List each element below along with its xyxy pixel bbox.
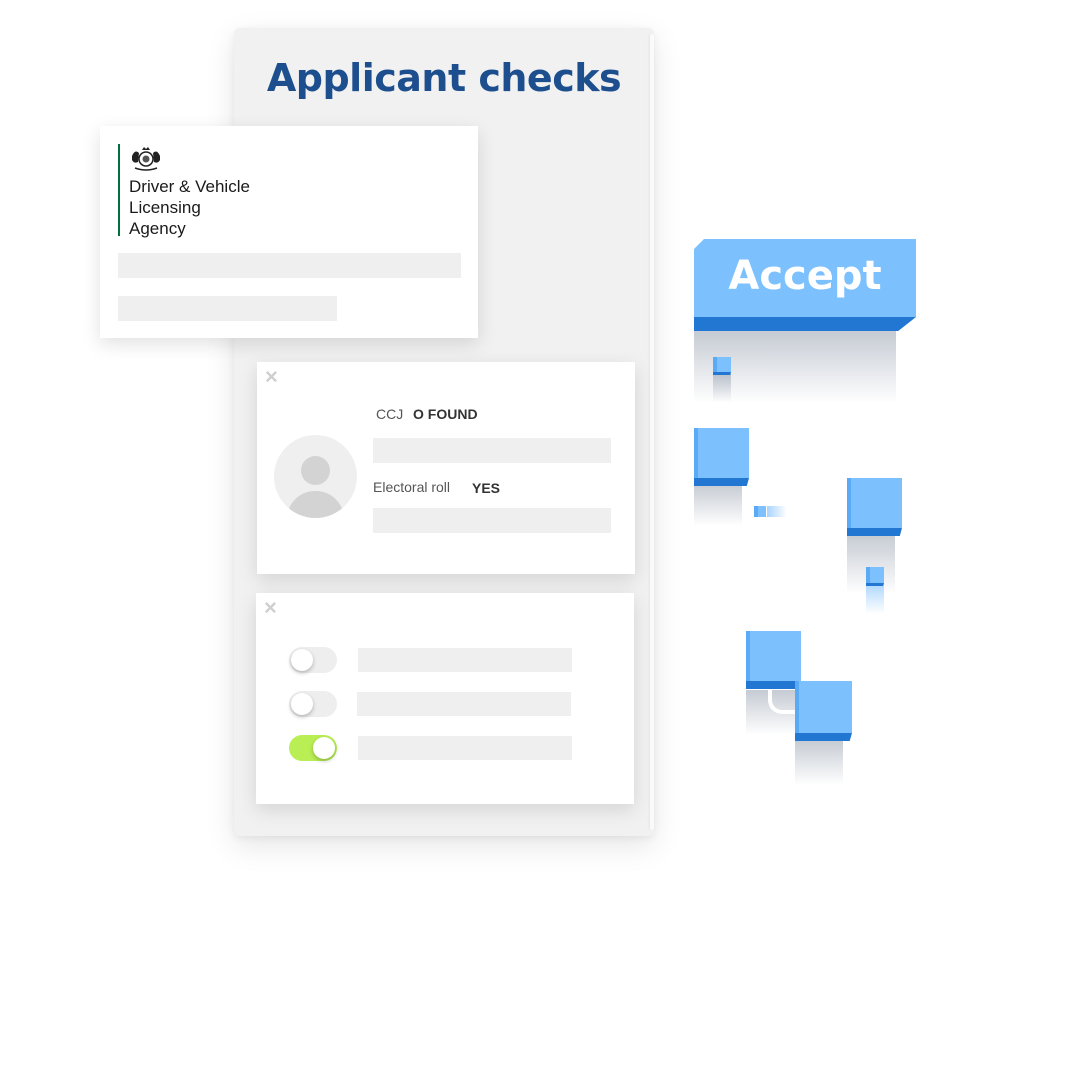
credit-check-card: × CCJ O FOUND Electoral roll YES (257, 362, 635, 574)
decorative-cube-icon (713, 357, 731, 375)
placeholder-bar (357, 692, 571, 716)
close-icon[interactable]: × (264, 597, 282, 619)
toggle-knob (291, 649, 313, 671)
cube-shadow (795, 740, 843, 785)
toggle-switch-3[interactable] (289, 735, 337, 761)
placeholder-bar (358, 648, 572, 672)
placeholder-bar (118, 253, 461, 278)
cube-trail (866, 586, 884, 614)
dvla-card: Driver & Vehicle Licensing Agency (100, 126, 478, 338)
royal-crest-icon (132, 147, 160, 171)
decorative-cube-icon (795, 681, 852, 741)
accept-label: Accept (728, 253, 882, 299)
dvla-name: Driver & Vehicle Licensing Agency (129, 176, 250, 239)
dvla-logo: Driver & Vehicle Licensing Agency (118, 144, 250, 238)
decorative-cube-icon (746, 631, 801, 689)
toggle-switch-2[interactable] (289, 691, 337, 717)
electoral-roll-label: Electoral roll (373, 479, 451, 495)
dvla-line-3: Agency (129, 219, 186, 238)
accept-base (694, 317, 916, 331)
ccj-label: CCJ (376, 406, 404, 422)
placeholder-bar (373, 438, 611, 463)
ccj-value: O FOUND (413, 406, 478, 422)
decorative-cube-icon (847, 478, 902, 536)
accept-button[interactable]: Accept (694, 239, 916, 331)
toggle-knob (313, 737, 335, 759)
avatar-body (287, 491, 344, 518)
placeholder-bar (118, 296, 337, 321)
cube-shadow (694, 484, 742, 526)
close-icon[interactable]: × (265, 366, 283, 388)
decorative-cube-icon (754, 506, 766, 517)
page-title: Applicant checks (266, 56, 622, 100)
toggle-switch-1[interactable] (289, 647, 337, 673)
cube-trail (767, 506, 787, 517)
toggle-knob (291, 693, 313, 715)
placeholder-bar (373, 508, 611, 533)
dvla-line-1: Driver & Vehicle (129, 177, 250, 196)
toggles-card: × (256, 593, 634, 804)
electoral-roll-value: YES (472, 480, 501, 496)
connector-icon (768, 686, 798, 714)
avatar-head (301, 456, 330, 485)
placeholder-bar (358, 736, 572, 760)
cube-shadow (713, 374, 731, 402)
dvla-line-2: Licensing (129, 198, 201, 217)
decorative-cube-icon (866, 567, 884, 586)
decorative-cube-icon (694, 428, 749, 486)
avatar (274, 435, 357, 518)
panel-scrollbar[interactable] (650, 34, 654, 830)
